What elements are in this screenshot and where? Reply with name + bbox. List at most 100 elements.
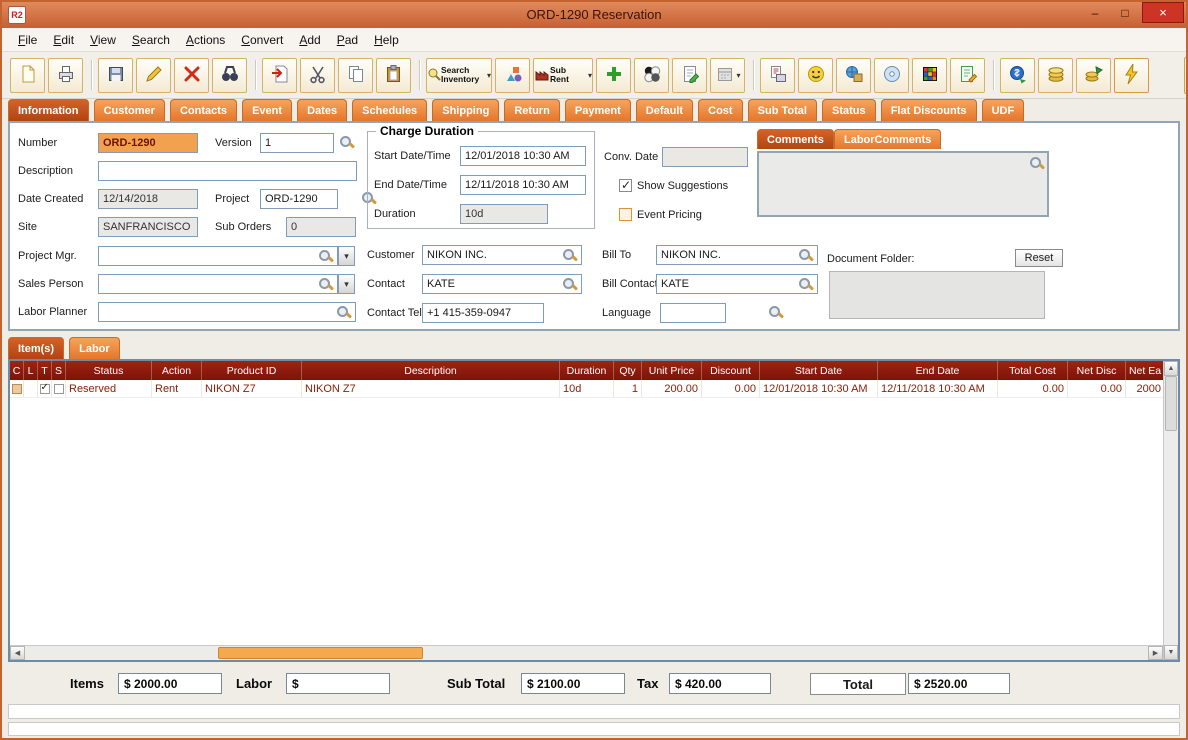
title-bar[interactable]: R2 ORD-1290 Reservation – □ × [2,2,1186,28]
shapes-button[interactable] [495,57,531,93]
dropdown-arrow-icon[interactable] [487,71,491,80]
vertical-scroll-thumb[interactable] [1165,376,1177,431]
col-end-date[interactable]: End Date [878,361,998,380]
bill-to-search-icon[interactable] [798,248,813,263]
menu-file[interactable]: File [10,30,45,50]
tab-labor[interactable]: Labor [69,337,120,359]
row-t-checkbox[interactable] [39,382,50,394]
tab-udf[interactable]: UDF [981,99,1025,121]
tab-payment[interactable]: Payment [564,99,631,121]
customer-search-icon[interactable] [562,248,577,263]
tab-dates[interactable]: Dates [297,99,348,121]
disk-button[interactable] [874,57,910,93]
smiley-button[interactable] [798,57,834,93]
version-field[interactable]: 1 [260,133,334,153]
table-row[interactable]: Reserved Rent NIKON Z7 NIKON Z7 10d 1 20… [10,380,1163,398]
tab-customer[interactable]: Customer [93,99,165,121]
delete-button[interactable] [174,57,209,93]
number-field[interactable]: ORD-1290 [98,133,198,153]
contact-tel-field[interactable]: +1 415-359-0947 [422,303,544,323]
tab-shipping[interactable]: Shipping [432,99,500,121]
notes-button[interactable] [672,57,708,93]
comments-textarea[interactable] [757,151,1049,217]
sub-total-field[interactable]: $ 2100.00 [521,673,625,694]
customer-field[interactable]: NIKON INC. [422,245,582,265]
row-l-cell[interactable] [24,380,38,397]
col-description[interactable]: Description [302,361,560,380]
vertical-scrollbar[interactable] [1163,361,1178,660]
tab-cost[interactable]: Cost [698,99,743,121]
sales-person-search-icon[interactable] [318,277,333,292]
print-button[interactable] [48,57,83,93]
col-c[interactable]: C [10,361,24,380]
col-l[interactable]: L [24,361,38,380]
convert-export-button[interactable] [262,57,297,93]
col-net-disc[interactable]: Net Disc [1068,361,1126,380]
menu-convert[interactable]: Convert [233,30,291,50]
menu-edit[interactable]: Edit [45,30,82,50]
bill-contact-search-icon[interactable] [798,277,813,292]
save-button[interactable] [98,57,133,93]
tab-default[interactable]: Default [635,99,694,121]
project-mgr-search-icon[interactable] [318,249,333,264]
tab-schedules[interactable]: Schedules [352,99,428,121]
labor-planner-search-icon[interactable] [336,305,351,320]
menu-view[interactable]: View [82,30,124,50]
col-duration[interactable]: Duration [560,361,614,380]
bill-to-field[interactable]: NIKON INC. [656,245,818,265]
add-button[interactable] [596,57,632,93]
money-button[interactable] [1038,57,1074,93]
scroll-up-icon[interactable] [1164,361,1178,376]
dropdown-arrow-icon[interactable] [737,71,741,80]
project-mgr-dropdown[interactable] [338,246,355,266]
sub-rent-button[interactable]: Sub Rent [533,57,594,93]
col-action[interactable]: Action [152,361,202,380]
exit-button[interactable]: EXIT [1184,56,1186,94]
comments-search-icon[interactable] [1029,156,1044,171]
paste-button[interactable] [376,57,411,93]
description-field[interactable] [98,161,357,181]
horizontal-scroll-thumb[interactable] [218,647,423,659]
col-status[interactable]: Status [66,361,152,380]
minimize-button[interactable]: – [1080,2,1110,23]
menu-search[interactable]: Search [124,30,178,50]
new-document-button[interactable] [10,57,45,93]
close-button[interactable]: × [1142,2,1184,23]
language-search-icon[interactable] [768,305,783,320]
tab-comments[interactable]: Comments [757,129,834,149]
project-mgr-field[interactable] [98,246,338,266]
tab-sub-total[interactable]: Sub Total [747,99,817,121]
labor-planner-field[interactable] [98,302,356,322]
row-c-checkbox[interactable] [11,383,22,394]
end-datetime-field[interactable]: 12/11/2018 10:30 AM [460,175,586,195]
col-start-date[interactable]: Start Date [760,361,878,380]
reset-button[interactable]: Reset [1015,249,1063,267]
version-search-icon[interactable] [339,135,354,150]
tab-labor-comments[interactable]: LaborComments [834,129,942,149]
money-export-button[interactable] [1076,57,1112,93]
col-t[interactable]: T [38,361,52,380]
show-suggestions-checkbox[interactable] [619,178,632,192]
total-field[interactable]: $ 2520.00 [908,673,1010,694]
copy-button[interactable] [338,57,373,93]
project-field[interactable]: ORD-1290 [260,189,338,209]
menu-help[interactable]: Help [366,30,407,50]
calendar-button[interactable] [710,57,746,93]
scroll-down-icon[interactable] [1164,645,1178,660]
shipping-globe-button[interactable] [836,57,872,93]
col-unit-price[interactable]: Unit Price [642,361,702,380]
menu-pad[interactable]: Pad [329,30,366,50]
row-s-checkbox[interactable] [53,383,64,394]
event-pricing-checkbox[interactable] [619,208,632,221]
col-product-id[interactable]: Product ID [202,361,302,380]
maximize-button[interactable]: □ [1110,2,1140,23]
start-datetime-field[interactable]: 12/01/2018 10:30 AM [460,146,586,166]
tab-event[interactable]: Event [242,99,293,121]
currency-button[interactable] [1000,57,1036,93]
group-items-button[interactable] [634,57,670,93]
tab-return[interactable]: Return [504,99,560,121]
find-button[interactable] [212,57,247,93]
col-total-cost[interactable]: Total Cost [998,361,1068,380]
tab-items[interactable]: Item(s) [8,337,65,359]
edit-button[interactable] [136,57,171,93]
